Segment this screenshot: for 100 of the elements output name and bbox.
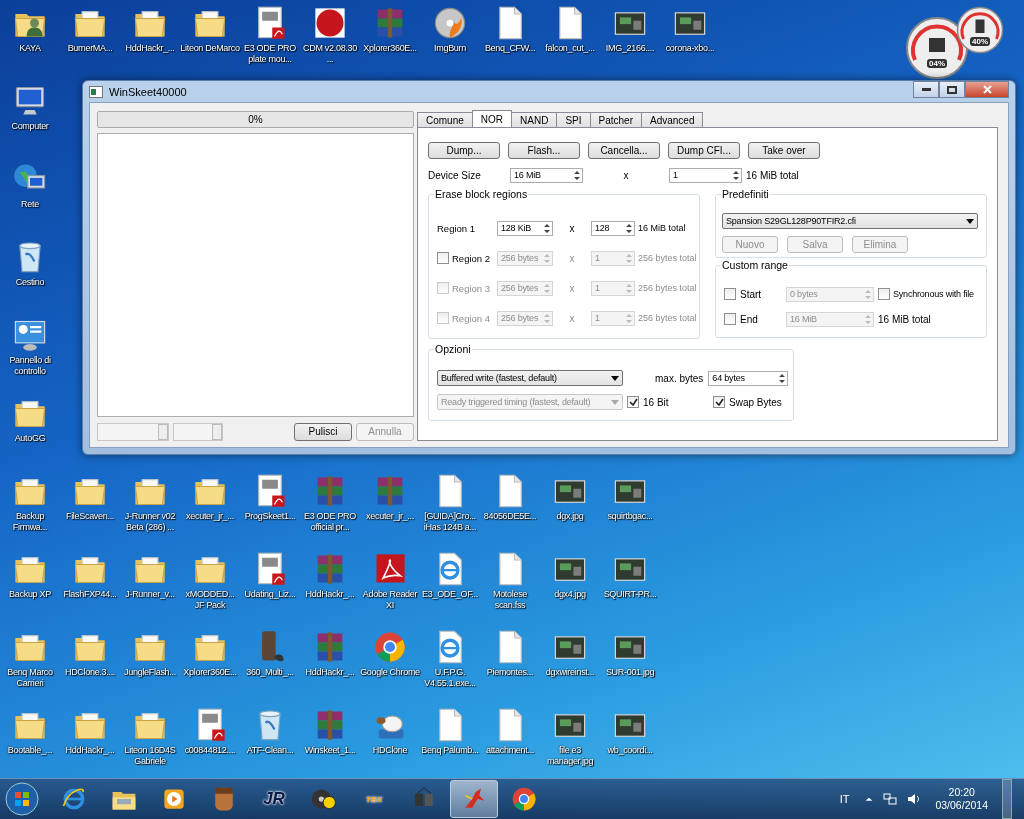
chrome-icon[interactable] xyxy=(372,629,408,665)
icon-label[interactable]: KAYA xyxy=(0,43,60,54)
spin-box[interactable]: 16 MiB xyxy=(786,311,874,327)
icon-label[interactable]: FileScaven... xyxy=(60,511,120,522)
icon-label[interactable]: xecuter_jr_... xyxy=(360,511,420,522)
icon-label[interactable]: E3_ODE_OF... xyxy=(420,589,480,600)
icon-label[interactable]: IMG_2166.... xyxy=(600,43,660,54)
tab[interactable]: SPI xyxy=(556,112,591,127)
icon-label[interactable]: U.F.P.G. V4.55.1.exe... xyxy=(420,667,480,689)
start-button[interactable] xyxy=(5,782,39,816)
clear-button[interactable]: Pulisci xyxy=(294,422,352,441)
icon-label[interactable]: ImgBurn xyxy=(420,43,480,54)
disc-icon[interactable] xyxy=(432,5,468,41)
tab[interactable]: Patcher xyxy=(589,112,642,127)
spin-arrows-icon[interactable] xyxy=(572,168,582,182)
icon-label[interactable]: file e3 manager.jpg xyxy=(540,745,600,767)
icon-label[interactable]: Liteon DeMarco xyxy=(180,43,240,54)
tab[interactable]: NAND xyxy=(511,112,558,127)
icon-label[interactable]: ATF-Clean... xyxy=(240,745,300,756)
spin-arrows-icon[interactable] xyxy=(731,168,741,182)
checkbox-label[interactable]: Start xyxy=(740,288,762,300)
icon-label[interactable]: Bootable_... xyxy=(0,745,60,756)
icon-label[interactable]: Piemontes... xyxy=(480,667,540,678)
checkbox[interactable] xyxy=(724,313,736,325)
spin-box[interactable]: 16 MiB xyxy=(510,167,583,183)
minimize-button[interactable] xyxy=(913,81,939,98)
language-indicator[interactable]: IT xyxy=(839,793,850,805)
icon-label[interactable]: SUR-001.jpg xyxy=(600,667,660,678)
icon-label[interactable]: Udating_Liz... xyxy=(240,589,300,600)
spin-box[interactable]: 0 bytes xyxy=(786,286,874,302)
icon-label[interactable]: dgxwireinst... xyxy=(540,667,600,678)
spin-box[interactable]: 128 KiB xyxy=(497,220,553,236)
checkbox-label[interactable]: End xyxy=(740,313,758,325)
spin-arrows-icon[interactable] xyxy=(624,221,634,235)
icon-label[interactable]: c00844812.... xyxy=(180,745,240,756)
caret-icon[interactable] xyxy=(611,375,619,381)
icon-label[interactable]: HddHackr_... xyxy=(300,589,360,600)
icon-label[interactable]: Backup Firmwa... xyxy=(0,511,60,533)
checkbox[interactable] xyxy=(878,288,890,300)
icon-label[interactable]: CDM v2.08.30 ... xyxy=(300,43,360,65)
icon-label[interactable]: Adobe Reader XI xyxy=(360,589,420,611)
icon-label[interactable]: E3 ODE PRO official pr... xyxy=(300,511,360,533)
icon-label[interactable]: HddHackr_... xyxy=(60,745,120,756)
spin-box[interactable]: 128 xyxy=(591,220,635,236)
icon-label[interactable]: Backup XP xyxy=(0,589,60,600)
network-icon[interactable] xyxy=(883,792,898,806)
icon-label[interactable]: wb_coordi... xyxy=(600,745,660,756)
spin-box[interactable]: 256 bytes xyxy=(497,250,553,266)
icon-label[interactable]: [GUIDA]Cro... iHas 124B a... xyxy=(420,511,480,533)
spin-box[interactable]: 64 bytes xyxy=(708,370,789,386)
icon-label[interactable]: Xplorer360E... xyxy=(180,667,240,678)
checkbox-label[interactable]: 16 Bit xyxy=(643,396,669,408)
icon-label[interactable]: xecuter_jr_... xyxy=(180,511,240,522)
icon-label[interactable]: Liteon 16D4S Gabriele xyxy=(120,745,180,767)
checkbox-label[interactable]: Synchronous with file xyxy=(893,289,974,299)
icon-label[interactable]: Xplorer360E... xyxy=(360,43,420,54)
icon-label[interactable]: HDClone xyxy=(360,745,420,756)
checkbox[interactable] xyxy=(724,288,736,300)
icon-label[interactable]: dgx.jpg xyxy=(540,511,600,522)
action-button[interactable]: Flash... xyxy=(508,142,580,159)
icon-label[interactable]: Winskeet_1... xyxy=(300,745,360,756)
spin-arrows-icon[interactable] xyxy=(777,371,788,385)
checkbox[interactable] xyxy=(437,252,449,264)
icon-label[interactable]: AutoGG xyxy=(0,433,60,444)
taskbar-button[interactable]: TBX xyxy=(350,780,398,818)
icon-label[interactable]: Cestino xyxy=(0,277,60,288)
icon-label[interactable]: Computer xyxy=(0,121,60,132)
icon-label[interactable]: 84056DE5E... xyxy=(480,511,540,522)
tab[interactable]: Advanced xyxy=(641,112,704,127)
icon-label[interactable]: HDClone.3.... xyxy=(60,667,120,678)
icon-label[interactable]: corona-xbo... xyxy=(660,43,720,54)
icon-label[interactable]: Google Chrome xyxy=(360,667,420,678)
caret-icon[interactable] xyxy=(966,218,974,224)
action-button[interactable]: Dump... xyxy=(428,142,500,159)
icon-label[interactable]: dgx4.jpg xyxy=(540,589,600,600)
clock-time[interactable]: 20:20 xyxy=(948,786,975,799)
circle-logo-icon[interactable] xyxy=(312,5,348,41)
icon-label[interactable]: Benq Palumb... xyxy=(420,745,480,756)
icon-label[interactable]: Pannello di controllo xyxy=(0,355,60,377)
checkbox[interactable] xyxy=(713,396,725,408)
icon-label[interactable]: xMODDED... JF Pack xyxy=(180,589,240,611)
checkbox[interactable] xyxy=(627,396,639,408)
show-desktop-button[interactable] xyxy=(1002,779,1012,819)
dropdown[interactable]: Spansion S29GL128P90TFIR2.cfi xyxy=(722,213,978,229)
close-button[interactable] xyxy=(965,81,1009,98)
icon-label[interactable]: BurnerMA... xyxy=(60,43,120,54)
icon-label[interactable]: FlashFXP44... xyxy=(60,589,120,600)
icon-label[interactable]: 360_Multi_... xyxy=(240,667,300,678)
icon-label[interactable]: E3 ODE PRO plate mou... xyxy=(240,43,300,65)
checkbox-label[interactable]: Region 2 xyxy=(452,252,491,264)
maximize-button[interactable] xyxy=(939,81,965,98)
clock-date[interactable]: 03/06/2014 xyxy=(935,799,988,812)
icon-label[interactable]: JungleFlash... xyxy=(120,667,180,678)
icon-label[interactable]: squirtbgac... xyxy=(600,511,660,522)
dropdown[interactable]: Buffered write (fastest, default) xyxy=(437,370,623,386)
volume-icon[interactable] xyxy=(907,792,922,806)
action-button[interactable]: Dump CFI... xyxy=(668,142,740,159)
icon-label[interactable]: SQUIRT-PR... xyxy=(600,589,660,600)
tab[interactable]: NOR xyxy=(471,110,513,127)
icon-label[interactable]: Benq_CFW... xyxy=(480,43,540,54)
